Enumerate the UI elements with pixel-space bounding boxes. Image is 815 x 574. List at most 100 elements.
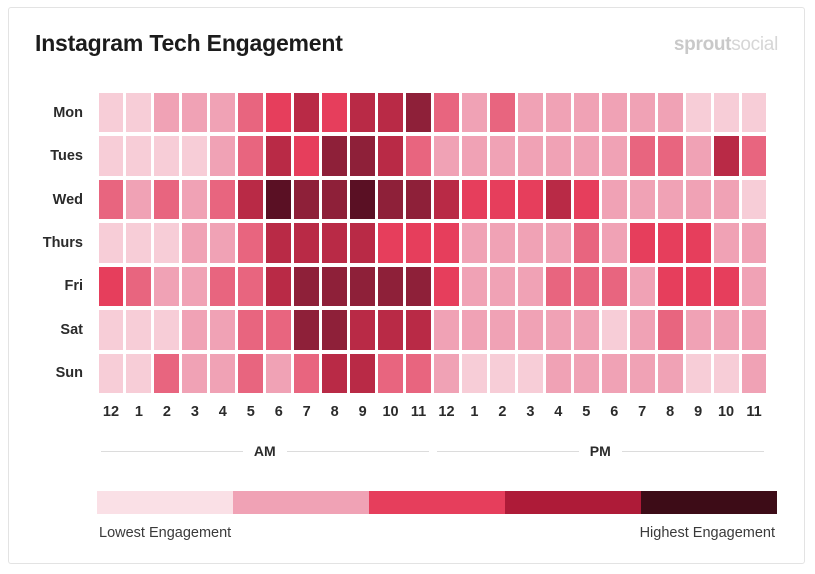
heatmap-cell[interactable]: [378, 93, 404, 133]
heatmap-cell[interactable]: [685, 223, 711, 263]
heatmap-cell[interactable]: [182, 136, 208, 176]
heatmap-cell[interactable]: [154, 353, 180, 393]
heatmap-cell[interactable]: [98, 266, 124, 307]
heatmap-cell[interactable]: [238, 179, 264, 220]
heatmap-cell[interactable]: [545, 179, 571, 220]
heatmap-cell[interactable]: [489, 266, 515, 307]
heatmap-cell[interactable]: [238, 93, 264, 133]
heatmap-cell[interactable]: [601, 266, 627, 307]
heatmap-cell[interactable]: [238, 310, 264, 350]
heatmap-cell[interactable]: [657, 93, 683, 133]
heatmap-cell[interactable]: [461, 310, 487, 350]
heatmap-cell[interactable]: [154, 310, 180, 350]
heatmap-cell[interactable]: [406, 266, 431, 307]
heatmap-cell[interactable]: [489, 310, 515, 350]
heatmap-cell[interactable]: [629, 310, 655, 350]
heatmap-cell[interactable]: [378, 179, 404, 220]
heatmap-cell[interactable]: [154, 179, 180, 220]
heatmap-cell[interactable]: [713, 136, 739, 176]
heatmap-cell[interactable]: [545, 266, 571, 307]
heatmap-cell[interactable]: [126, 136, 152, 176]
heatmap-cell[interactable]: [210, 310, 236, 350]
heatmap-cell[interactable]: [713, 266, 739, 307]
heatmap-cell[interactable]: [685, 310, 711, 350]
heatmap-cell[interactable]: [266, 136, 292, 176]
heatmap-cell[interactable]: [98, 223, 124, 263]
heatmap-cell[interactable]: [685, 136, 711, 176]
heatmap-cell[interactable]: [517, 266, 543, 307]
heatmap-cell[interactable]: [573, 310, 599, 350]
heatmap-cell[interactable]: [238, 136, 264, 176]
heatmap-cell[interactable]: [601, 310, 627, 350]
heatmap-cell[interactable]: [434, 223, 459, 263]
heatmap-cell[interactable]: [657, 310, 683, 350]
heatmap-cell[interactable]: [210, 223, 236, 263]
heatmap-cell[interactable]: [322, 353, 348, 393]
heatmap-cell[interactable]: [434, 310, 459, 350]
heatmap-cell[interactable]: [126, 310, 152, 350]
heatmap-cell[interactable]: [154, 223, 180, 263]
heatmap-cell[interactable]: [294, 353, 320, 393]
heatmap-cell[interactable]: [322, 223, 348, 263]
heatmap-cell[interactable]: [601, 136, 627, 176]
heatmap-cell[interactable]: [126, 223, 152, 263]
heatmap-cell[interactable]: [517, 136, 543, 176]
heatmap-cell[interactable]: [350, 310, 376, 350]
heatmap-cell[interactable]: [406, 136, 431, 176]
heatmap-cell[interactable]: [210, 179, 236, 220]
heatmap-cell[interactable]: [741, 93, 767, 133]
heatmap-cell[interactable]: [657, 353, 683, 393]
heatmap-cell[interactable]: [685, 266, 711, 307]
heatmap-cell[interactable]: [294, 136, 320, 176]
heatmap-cell[interactable]: [182, 310, 208, 350]
heatmap-cell[interactable]: [378, 353, 404, 393]
heatmap-cell[interactable]: [601, 353, 627, 393]
heatmap-cell[interactable]: [545, 223, 571, 263]
heatmap-cell[interactable]: [126, 266, 152, 307]
heatmap-cell[interactable]: [545, 136, 571, 176]
heatmap-cell[interactable]: [573, 179, 599, 220]
heatmap-cell[interactable]: [741, 266, 767, 307]
heatmap-cell[interactable]: [266, 310, 292, 350]
heatmap-cell[interactable]: [350, 136, 376, 176]
heatmap-cell[interactable]: [741, 179, 767, 220]
heatmap-cell[interactable]: [601, 93, 627, 133]
heatmap-cell[interactable]: [461, 93, 487, 133]
heatmap-cell[interactable]: [210, 93, 236, 133]
heatmap-cell[interactable]: [741, 310, 767, 350]
heatmap-cell[interactable]: [713, 179, 739, 220]
heatmap-cell[interactable]: [489, 223, 515, 263]
heatmap-cell[interactable]: [322, 93, 348, 133]
heatmap-cell[interactable]: [126, 353, 152, 393]
heatmap-cell[interactable]: [657, 223, 683, 263]
heatmap-cell[interactable]: [322, 266, 348, 307]
heatmap-cell[interactable]: [545, 310, 571, 350]
heatmap-cell[interactable]: [489, 179, 515, 220]
heatmap-cell[interactable]: [573, 353, 599, 393]
heatmap-cell[interactable]: [629, 136, 655, 176]
heatmap-cell[interactable]: [350, 353, 376, 393]
heatmap-cell[interactable]: [573, 223, 599, 263]
heatmap-cell[interactable]: [154, 93, 180, 133]
heatmap-cell[interactable]: [657, 179, 683, 220]
heatmap-cell[interactable]: [126, 93, 152, 133]
heatmap-cell[interactable]: [461, 353, 487, 393]
heatmap-cell[interactable]: [517, 93, 543, 133]
heatmap-cell[interactable]: [98, 179, 124, 220]
heatmap-cell[interactable]: [294, 93, 320, 133]
heatmap-cell[interactable]: [98, 93, 124, 133]
heatmap-cell[interactable]: [350, 179, 376, 220]
heatmap-cell[interactable]: [461, 266, 487, 307]
heatmap-cell[interactable]: [98, 310, 124, 350]
heatmap-cell[interactable]: [154, 136, 180, 176]
heatmap-cell[interactable]: [378, 223, 404, 263]
heatmap-cell[interactable]: [322, 179, 348, 220]
heatmap-cell[interactable]: [685, 93, 711, 133]
heatmap-cell[interactable]: [266, 266, 292, 307]
heatmap-cell[interactable]: [434, 93, 459, 133]
heatmap-cell[interactable]: [629, 223, 655, 263]
heatmap-cell[interactable]: [629, 179, 655, 220]
heatmap-cell[interactable]: [378, 310, 404, 350]
heatmap-cell[interactable]: [210, 266, 236, 307]
heatmap-cell[interactable]: [182, 179, 208, 220]
